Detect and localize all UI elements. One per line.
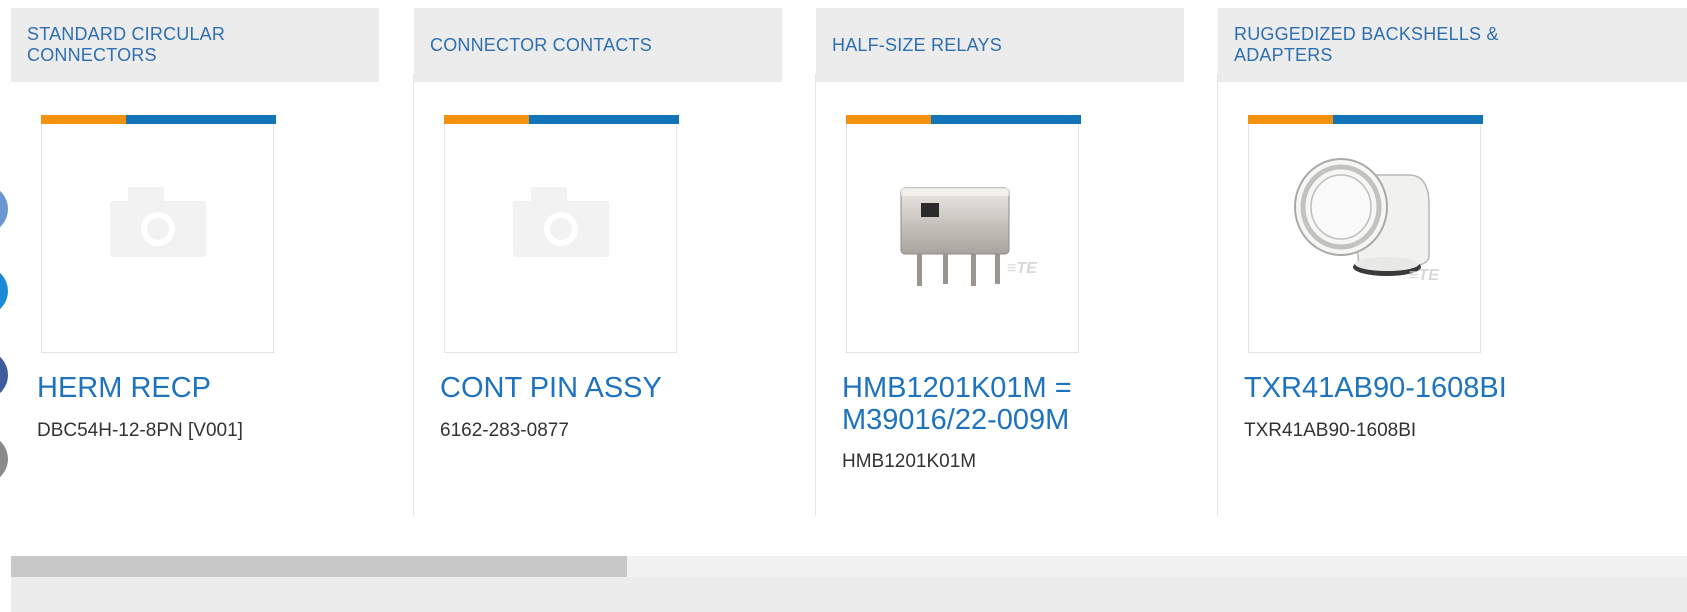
product-carousel-page: STANDARD CIRCULAR CONNECTORS HERM RECP D…	[0, 0, 1687, 612]
relay-product-image: ≡TE	[900, 187, 1038, 286]
product-carousel-track: STANDARD CIRCULAR CONNECTORS HERM RECP D…	[0, 0, 1687, 516]
card-category-header: RUGGEDIZED BACKSHELLS & ADAPTERS	[1218, 8, 1687, 82]
svg-text:≡TE: ≡TE	[1007, 260, 1038, 277]
horizontal-scrollbar[interactable]	[11, 556, 1687, 577]
product-title-link[interactable]: HMB1201K01M = M39016/22-009M	[842, 372, 1122, 436]
camera-placeholder-icon	[110, 187, 206, 257]
part-number: TXR41AB90-1608BI	[1244, 420, 1417, 441]
part-number: HMB1201K01M	[842, 451, 977, 472]
backshell-product-image: ≡TE	[1294, 158, 1440, 284]
card-category-header: CONNECTOR CONTACTS	[414, 8, 782, 82]
product-title-link[interactable]: CONT PIN ASSY	[440, 372, 662, 404]
product-image-frame[interactable]	[444, 115, 679, 353]
category-link[interactable]: HALF-SIZE RELAYS	[832, 35, 1002, 56]
scrollbar-thumb[interactable]	[11, 556, 627, 577]
category-link[interactable]: CONNECTOR CONTACTS	[430, 35, 652, 56]
product-card[interactable]: HALF-SIZE RELAYS ≡TE HMB1201K01M = M3901…	[816, 8, 1184, 516]
category-link[interactable]: STANDARD CIRCULAR CONNECTORS	[27, 24, 267, 66]
card-category-header: STANDARD CIRCULAR CONNECTORS	[11, 8, 379, 82]
product-image-frame[interactable]: ≡TE	[846, 115, 1081, 353]
product-image-frame[interactable]: ≡TE	[1248, 115, 1483, 353]
product-card[interactable]: RUGGEDIZED BACKSHELLS & ADAPTERS ≡TE TXR…	[1218, 8, 1687, 516]
product-card[interactable]: CONNECTOR CONTACTS CONT PIN ASSY 6162-28…	[414, 8, 782, 516]
camera-placeholder-icon	[513, 187, 609, 257]
product-image-frame[interactable]	[41, 115, 276, 353]
carousel-footer-band	[11, 577, 1687, 612]
product-title-link[interactable]: TXR41AB90-1608BI	[1244, 372, 1507, 404]
category-link[interactable]: RUGGEDIZED BACKSHELLS & ADAPTERS	[1234, 24, 1534, 66]
product-title-link[interactable]: HERM RECP	[37, 372, 211, 404]
card-category-header: HALF-SIZE RELAYS	[816, 8, 1184, 82]
part-number: DBC54H-12-8PN [V001]	[37, 420, 243, 441]
svg-text:≡TE: ≡TE	[1409, 267, 1440, 284]
part-number: 6162-283-0877	[440, 420, 569, 441]
product-card[interactable]: STANDARD CIRCULAR CONNECTORS HERM RECP D…	[11, 8, 379, 516]
